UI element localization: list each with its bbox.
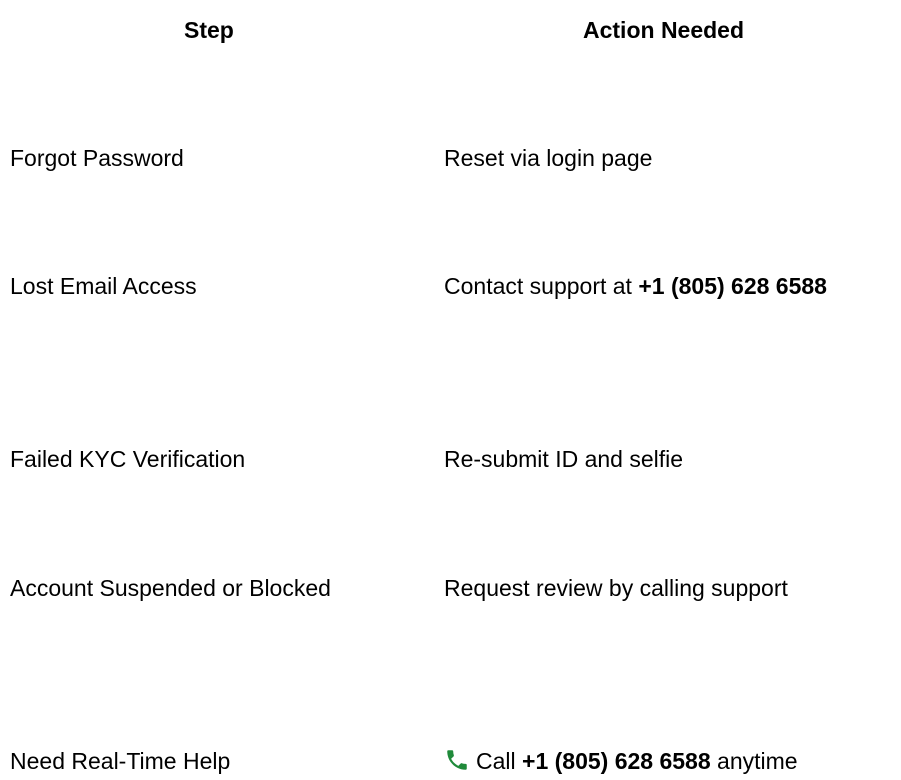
column-header-step: Step [184,17,234,43]
action-lost-email-access: Contact support at +1 (805) 628 6588 [444,271,889,301]
phone-icon [444,747,470,773]
column-header-action: Action Needed [583,17,745,43]
step-failed-kyc: Failed KYC Verification [10,446,246,472]
action-failed-kyc: Re-submit ID and selfie [444,446,684,472]
step-lost-email-access: Lost Email Access [10,273,197,299]
action-text: Contact support at [444,273,639,299]
action-real-time-help: Call +1 (805) 628 6588 anytime [444,746,889,776]
action-text: Call [476,748,523,774]
step-forgot-password: Forgot Password [10,145,184,171]
support-phone-number[interactable]: +1 (805) 628 6588 [522,748,711,774]
support-phone-number[interactable]: +1 (805) 628 6588 [638,273,827,299]
action-account-suspended: Request review by calling support [444,575,788,601]
action-forgot-password: Reset via login page [444,145,653,171]
action-text-suffix: anytime [710,748,798,774]
step-account-suspended: Account Suspended or Blocked [10,575,331,601]
step-real-time-help: Need Real-Time Help [10,748,231,774]
